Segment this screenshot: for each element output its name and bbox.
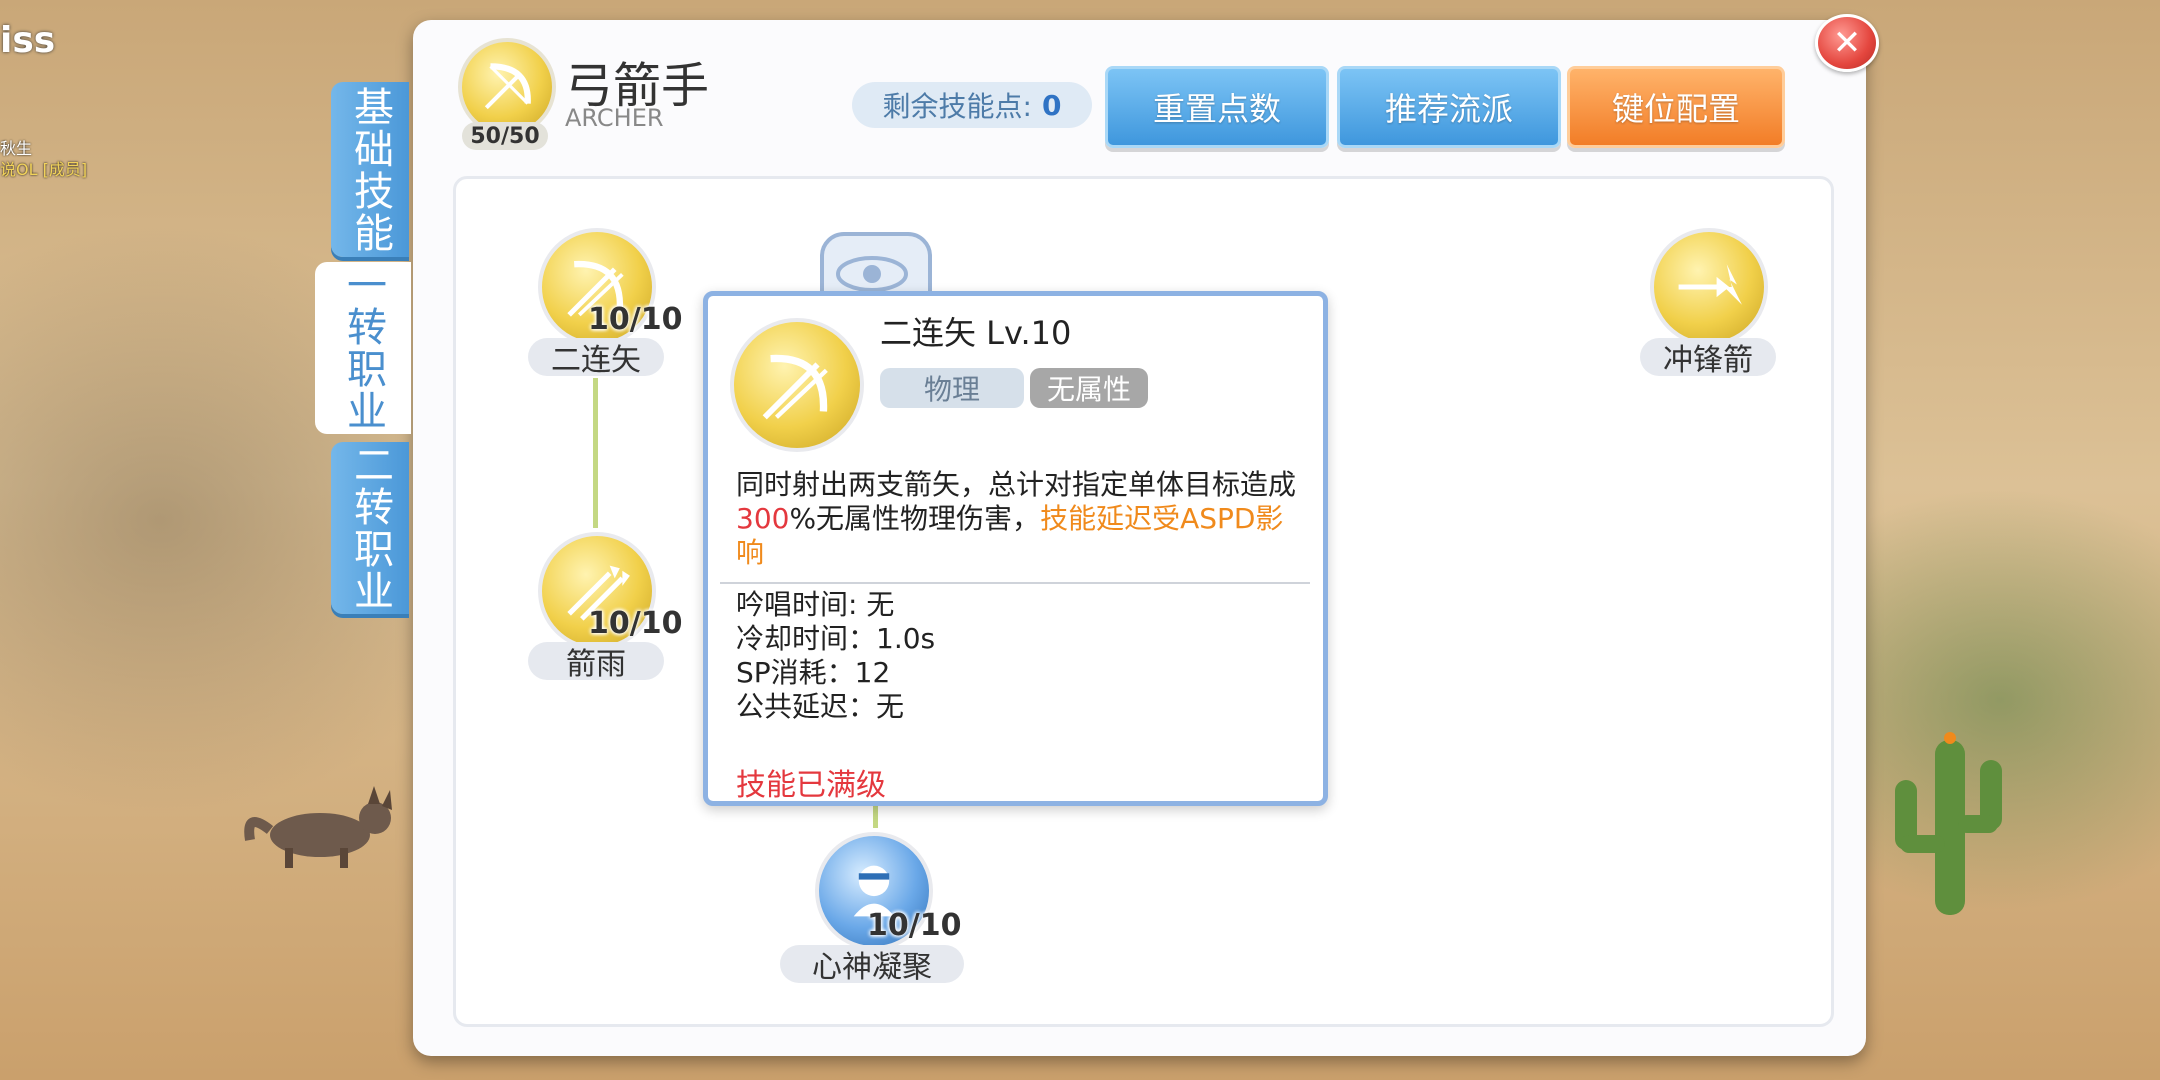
recommend-build-button[interactable]: 推荐流派 [1337,66,1561,148]
tab-label: 一转职业 [340,264,386,432]
desc-text: 同时射出两支箭矢，总计对指定单体目标造成 [736,468,1297,501]
desc-text: %无属性物理伤害， [789,502,1041,535]
desc-percent: 300 [736,502,790,535]
close-icon: ✕ [1832,23,1862,63]
world-boss-text: iss [0,20,56,61]
bow-icon [484,63,531,110]
skill-tooltip: 二连矢 Lv.10 物理 无属性 同时射出两支箭矢，总计对指定单体目标造成300… [703,291,1328,806]
tooltip-description: 同时射出两支箭矢，总计对指定单体目标造成300%无属性物理伤害，技能延迟受ASP… [736,468,1306,570]
tab-second-job[interactable]: 二转职业 [331,442,409,614]
tooltip-stats: 吟唱时间: 无 冷却时间：1.0s SP消耗：12 公共延迟：无 [736,588,935,724]
max-level-text: 技能已满级 [736,768,886,803]
points-label: 剩余技能点: [882,90,1032,123]
cooldown: 冷却时间：1.0s [736,622,936,655]
skill-name: 心神凝聚 [780,945,964,985]
tab-label: 二转职业 [347,444,393,612]
tooltip-tag-type: 物理 [880,368,1024,408]
tooltip-tag-element: 无属性 [1030,368,1148,408]
tab-first-job[interactable]: 一转职业 [315,262,411,434]
skill-charge-arrow[interactable] [1650,228,1768,346]
skill-level: 10/10 [867,908,962,943]
charge-arrow-icon [1678,264,1742,305]
guild-tag-text: 说OL [成员] [0,160,88,179]
cast-time: 吟唱时间: 无 [736,588,895,621]
tab-label: 基础技能 [347,85,393,254]
skill-connector [593,378,598,528]
cactus-decoration [1895,732,2002,915]
tab-basic-skills[interactable]: 基础技能 [331,82,409,257]
skill-name: 冲锋箭 [1640,338,1776,378]
tooltip-divider [720,582,1310,584]
class-name-en: ARCHER [565,104,664,132]
class-level-badge: 50/50 [462,122,548,150]
skill-name: 箭雨 [528,642,664,682]
bow-arrow-icon [762,354,828,420]
sp-cost: SP消耗：12 [736,656,891,689]
skill-level: 10/10 [588,606,683,641]
keybind-config-button[interactable]: 键位配置 [1567,66,1785,148]
tooltip-skill-icon [730,318,864,452]
points-value: 0 [1041,88,1062,122]
skill-name: 二连矢 [528,338,664,378]
skill-level: 10/10 [588,302,683,337]
remaining-skill-points: 剩余技能点: 0 [852,82,1092,128]
tooltip-title: 二连矢 Lv.10 [880,314,1072,352]
close-button[interactable]: ✕ [1815,14,1879,72]
global-delay: 公共延迟：无 [736,690,905,723]
wolf-creature [244,786,392,868]
reset-points-button[interactable]: 重置点数 [1105,66,1329,148]
